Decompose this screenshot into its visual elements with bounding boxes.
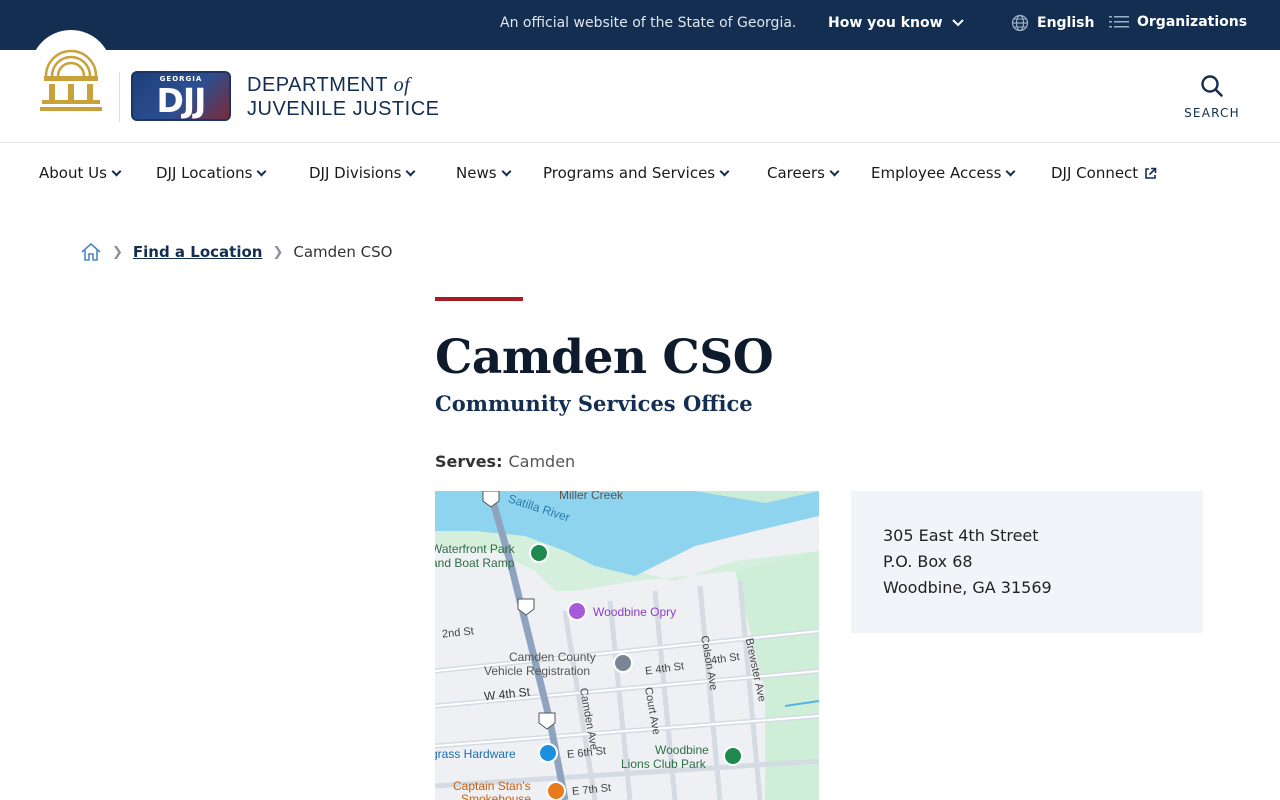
nav-label: Employee Access: [871, 164, 1002, 182]
chevron-down-icon: [256, 166, 267, 176]
title-accent-bar: [435, 297, 523, 301]
georgia-seal-logo[interactable]: [30, 30, 112, 112]
chevron-right-icon: ❯: [112, 244, 123, 260]
dept-of: of: [393, 74, 411, 96]
chevron-down-icon: [951, 19, 964, 27]
dept-line1: DEPARTMENT: [247, 74, 388, 96]
nav-label: DJJ Locations: [156, 164, 253, 182]
nav-careers[interactable]: Careers: [767, 164, 840, 182]
nav-news[interactable]: News: [456, 164, 511, 182]
address-line3: Woodbine, GA 31569: [883, 578, 1052, 597]
nav-label: Careers: [767, 164, 825, 182]
map-label: Waterfront Park: [435, 542, 515, 556]
nav-label: About Us: [39, 164, 107, 182]
serves-value: Camden: [508, 452, 576, 471]
nav-programs-and-services[interactable]: Programs and Services: [543, 164, 730, 182]
nav-about-us[interactable]: About Us: [39, 164, 122, 182]
address-line1: 305 East 4th Street: [883, 526, 1039, 545]
home-icon[interactable]: [80, 242, 102, 262]
map-label: Camden County: [509, 650, 596, 664]
map-label: Miller Creek: [559, 491, 624, 502]
nav-employee-access[interactable]: Employee Access: [871, 164, 1016, 182]
page-subtitle: Community Services Office: [435, 391, 753, 416]
serves-info: Serves: Camden: [435, 452, 575, 471]
nav-djj-connect[interactable]: DJJ Connect: [1051, 164, 1157, 182]
breadcrumb-find-location-link[interactable]: Find a Location: [133, 243, 263, 261]
chevron-right-icon: ❯: [272, 244, 284, 260]
dept-line2: JUVENILE JUSTICE: [247, 98, 440, 120]
logo-divider: [119, 72, 120, 122]
main-navigation: About Us DJJ Locations DJJ Divisions New…: [0, 143, 1280, 205]
map-label: and Boat Ramp: [435, 556, 515, 570]
nav-label: DJJ Connect: [1051, 164, 1139, 182]
map-label: Woodbine Opry: [593, 605, 677, 619]
georgia-seal-icon: [40, 49, 102, 111]
search-label: SEARCH: [1184, 106, 1240, 120]
djj-logo[interactable]: GEORGIA DJJ: [131, 71, 231, 121]
chevron-down-icon: [405, 166, 416, 176]
list-icon: [1109, 16, 1129, 28]
location-map[interactable]: Miller Creek Satilla River Waterfront Pa…: [435, 491, 819, 800]
map-label: Vehicle Registration: [484, 664, 591, 678]
map-label: Lions Club Park: [621, 757, 706, 771]
nav-label: DJJ Divisions: [309, 164, 402, 182]
serves-label: Serves:: [435, 452, 503, 471]
map-label: Smokehouse: [461, 792, 532, 800]
nav-djj-locations[interactable]: DJJ Locations: [156, 164, 267, 182]
organizations-label: Organizations: [1137, 14, 1248, 30]
map-label: grass Hardware: [435, 747, 516, 761]
nav-label: Programs and Services: [543, 164, 716, 182]
map-label: Woodbine: [655, 743, 709, 757]
nav-djj-divisions[interactable]: DJJ Divisions: [309, 164, 416, 182]
chevron-down-icon: [1005, 166, 1016, 176]
chevron-down-icon: [829, 166, 840, 176]
logo-djj-text: DJJ: [156, 81, 207, 120]
address-line2: P.O. Box 68: [883, 552, 973, 571]
nav-label: News: [456, 164, 497, 182]
site-header: GEORGIA DJJ DEPARTMENT of JUVENILE JUSTI…: [0, 30, 1280, 143]
chevron-down-icon: [719, 166, 730, 176]
search-button[interactable]: SEARCH: [1180, 74, 1244, 120]
official-banner: An official website of the State of Geor…: [0, 0, 1280, 50]
how-you-know-button[interactable]: How you know: [828, 15, 965, 31]
external-link-icon: [1145, 167, 1157, 179]
page-title: Camden CSO: [435, 330, 774, 385]
globe-icon: [1011, 14, 1029, 32]
language-label: English: [1037, 15, 1095, 31]
breadcrumb-current: Camden CSO: [293, 243, 393, 261]
map-label: Captain Stan's: [453, 779, 531, 793]
breadcrumb: ❯ Find a Location ❯ Camden CSO: [80, 242, 392, 262]
organizations-button[interactable]: Organizations: [1109, 14, 1247, 30]
official-site-text: An official website of the State of Geor…: [500, 15, 797, 31]
department-name[interactable]: DEPARTMENT of JUVENILE JUSTICE: [247, 73, 439, 121]
chevron-down-icon: [501, 166, 511, 176]
language-selector[interactable]: English: [1011, 14, 1094, 32]
chevron-down-icon: [111, 166, 122, 176]
how-you-know-label: How you know: [828, 15, 943, 31]
search-icon: [1201, 75, 1223, 97]
address-card: 305 East 4th Street P.O. Box 68 Woodbine…: [851, 491, 1203, 633]
